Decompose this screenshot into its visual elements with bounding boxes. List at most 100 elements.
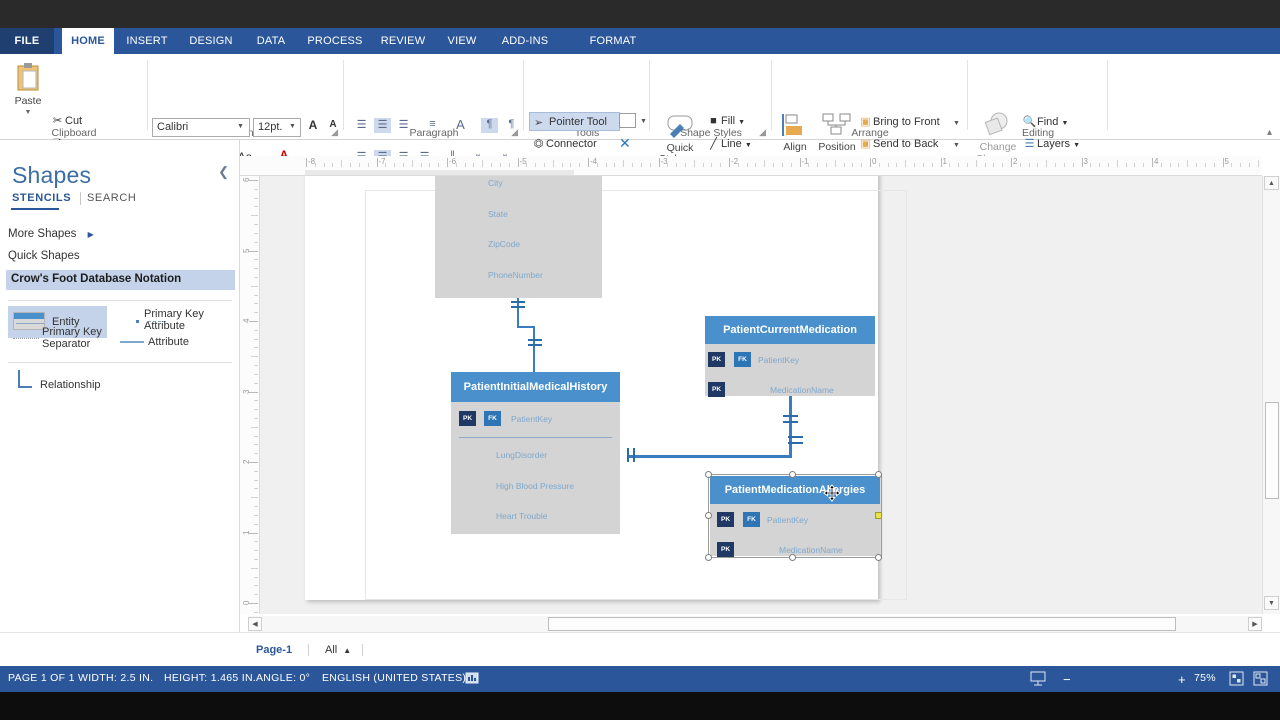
bring-to-front-chevron-icon[interactable]: ▼ bbox=[953, 120, 960, 127]
send-to-back-chevron-icon[interactable]: ▼ bbox=[953, 142, 960, 149]
align-left-button[interactable]: ☰ bbox=[353, 118, 370, 133]
tab-file[interactable]: FILE bbox=[0, 28, 54, 54]
align-center-button[interactable]: ☰ bbox=[374, 118, 391, 133]
tab-process[interactable]: PROCESS bbox=[300, 28, 370, 54]
page-tab-page1[interactable]: Page-1 bbox=[256, 644, 292, 656]
ltr-text-button[interactable]: ¶ bbox=[481, 118, 498, 133]
paste-button[interactable]: Paste ▼ bbox=[8, 62, 48, 119]
entity-shape-0[interactable]: City State ZipCode PhoneNumber bbox=[435, 176, 602, 298]
page-tab-all[interactable]: All ▲ bbox=[325, 644, 351, 656]
find-button[interactable]: 🔍Find ▼ bbox=[1022, 115, 1069, 128]
grow-font-button[interactable]: A bbox=[305, 118, 321, 132]
find-chevron-icon[interactable]: ▼ bbox=[1061, 120, 1068, 127]
text-direction-button[interactable]: A bbox=[452, 117, 469, 132]
stencils-tab[interactable]: STENCILS bbox=[12, 192, 71, 204]
resize-handle-sw[interactable] bbox=[705, 554, 712, 561]
vertical-scrollbar[interactable]: ▲ ▼ bbox=[1262, 176, 1280, 614]
line-button[interactable]: ╱ Line ▼ bbox=[706, 137, 752, 150]
ruler-minor-tick bbox=[834, 160, 836, 167]
shape-styles-dialog-launcher-icon[interactable]: ◢ bbox=[759, 127, 766, 138]
drawing-canvas[interactable]: City State ZipCode PhoneNumber PatientIn… bbox=[260, 176, 1262, 614]
shrink-font-button[interactable]: A bbox=[325, 119, 341, 130]
search-tab[interactable]: SEARCH bbox=[87, 192, 136, 204]
align-right-button[interactable]: ☰ bbox=[395, 118, 412, 133]
entity-shape-1[interactable]: PatientInitialMedicalHistory PK FK Patie… bbox=[451, 372, 620, 534]
paste-chevron-icon[interactable]: ▼ bbox=[8, 107, 48, 119]
collapse-ribbon-icon[interactable]: ▴ bbox=[1267, 127, 1272, 138]
ruler-minor-tick bbox=[254, 197, 258, 199]
stencil-item-pk-separator-label[interactable]: Primary Key Separator bbox=[42, 326, 118, 350]
fill-button[interactable]: ■ Fill ▼ bbox=[706, 115, 745, 127]
bring-to-front-button[interactable]: ▣ Bring to Front bbox=[858, 115, 939, 128]
connection-point-icon[interactable]: ✕ bbox=[619, 135, 631, 152]
scroll-down-button[interactable]: ▼ bbox=[1264, 596, 1279, 610]
tab-design[interactable]: DESIGN bbox=[180, 28, 242, 54]
collapse-panel-icon[interactable]: ❮ bbox=[218, 164, 229, 180]
ruler-minor-tick bbox=[1072, 163, 1074, 167]
bullets-button[interactable]: ≡ bbox=[424, 118, 441, 133]
tab-view[interactable]: VIEW bbox=[436, 28, 488, 54]
entity-shape-2[interactable]: PatientCurrentMedication PK FK PatientKe… bbox=[705, 316, 875, 397]
scroll-left-button[interactable]: ◀ bbox=[248, 617, 262, 631]
zoom-level-label[interactable]: 75% bbox=[1194, 672, 1216, 684]
resize-handle-ne[interactable] bbox=[875, 471, 882, 478]
tab-home[interactable]: HOME bbox=[62, 28, 114, 54]
horizontal-scrollbar[interactable]: ◀ ▶ bbox=[248, 616, 1262, 632]
tab-review[interactable]: REVIEW bbox=[374, 28, 432, 54]
connector-horizontal[interactable] bbox=[627, 455, 792, 458]
vertical-scroll-thumb[interactable] bbox=[1265, 402, 1279, 499]
fit-page-icon[interactable] bbox=[1229, 671, 1244, 686]
stencil-item-pk-attribute-label[interactable]: Primary Key Attribute bbox=[144, 308, 224, 332]
ruler-minor-tick bbox=[464, 163, 466, 167]
tab-addins[interactable]: ADD-INS bbox=[492, 28, 558, 54]
stencil-item-relationship-label[interactable]: Relationship bbox=[40, 379, 101, 391]
zoom-out-button[interactable]: − bbox=[1063, 672, 1071, 687]
layers-button[interactable]: ☰ Layers ▼ bbox=[1022, 137, 1080, 150]
layers-chevron-icon[interactable]: ▼ bbox=[1073, 142, 1080, 149]
fill-chevron-icon[interactable]: ▼ bbox=[738, 119, 745, 126]
horizontal-scroll-thumb[interactable] bbox=[548, 617, 1176, 631]
ruler-minor-tick bbox=[251, 356, 258, 358]
send-to-back-button[interactable]: ▣ Send to Back bbox=[858, 137, 938, 150]
font-name-input[interactable]: Calibri bbox=[152, 118, 250, 137]
ruler-minor-tick bbox=[561, 163, 563, 167]
cut-button[interactable]: ✂ Cut bbox=[50, 114, 82, 127]
shape-tool-chevron-icon[interactable]: ▼ bbox=[640, 118, 647, 125]
line-chevron-icon[interactable]: ▼ bbox=[745, 142, 752, 149]
ruler-major-tick bbox=[1152, 158, 1153, 167]
stencil-item-attribute-label[interactable]: Attribute bbox=[148, 336, 189, 348]
ruler-label: 2 bbox=[1013, 157, 1018, 166]
presentation-mode-icon[interactable] bbox=[1030, 671, 1046, 686]
find-label: Find bbox=[1037, 116, 1059, 128]
tab-format[interactable]: FORMAT bbox=[578, 28, 648, 54]
quick-shapes-item[interactable]: Quick Shapes bbox=[8, 250, 80, 262]
control-handle-yellow[interactable] bbox=[875, 512, 882, 519]
ruler-minor-tick bbox=[1178, 163, 1180, 167]
zoom-in-button[interactable]: + bbox=[1178, 672, 1186, 687]
active-stencil-item[interactable]: Crow's Foot Database Notation bbox=[6, 270, 235, 290]
connector-tool-button[interactable]: ⏣ Connector bbox=[531, 137, 597, 150]
tab-insert[interactable]: INSERT bbox=[118, 28, 176, 54]
tab-data[interactable]: DATA bbox=[246, 28, 296, 54]
font-name-chevron-icon[interactable]: ▼ bbox=[237, 123, 244, 130]
ruler-minor-tick bbox=[684, 163, 686, 167]
connector-segment[interactable] bbox=[533, 326, 535, 372]
macro-record-icon[interactable] bbox=[465, 671, 479, 685]
fit-window-icon[interactable] bbox=[1253, 671, 1268, 686]
font-size-chevron-icon[interactable]: ▼ bbox=[289, 123, 296, 130]
connector-vertical[interactable] bbox=[789, 396, 792, 458]
rtl-text-button[interactable]: ¶ bbox=[503, 118, 520, 133]
shape-tool-button[interactable] bbox=[619, 113, 636, 128]
resize-handle-w[interactable] bbox=[705, 512, 712, 519]
resize-handle-nw[interactable] bbox=[705, 471, 712, 478]
scroll-right-button[interactable]: ▶ bbox=[1248, 617, 1262, 631]
resize-handle-n[interactable] bbox=[789, 471, 796, 478]
resize-handle-se[interactable] bbox=[875, 554, 882, 561]
horizontal-ruler[interactable]: -8-7-6-5-4-3-2-10123456 bbox=[240, 156, 1262, 176]
drawing-page[interactable]: City State ZipCode PhoneNumber PatientIn… bbox=[305, 176, 907, 600]
vertical-ruler[interactable]: 6 5 4 3 2 1 0 bbox=[240, 176, 260, 614]
more-shapes-item[interactable]: More Shapes ▶ bbox=[8, 228, 94, 240]
resize-handle-s[interactable] bbox=[789, 554, 796, 561]
scroll-up-button[interactable]: ▲ bbox=[1264, 176, 1279, 190]
line-pencil-icon: ╱ bbox=[710, 138, 717, 150]
